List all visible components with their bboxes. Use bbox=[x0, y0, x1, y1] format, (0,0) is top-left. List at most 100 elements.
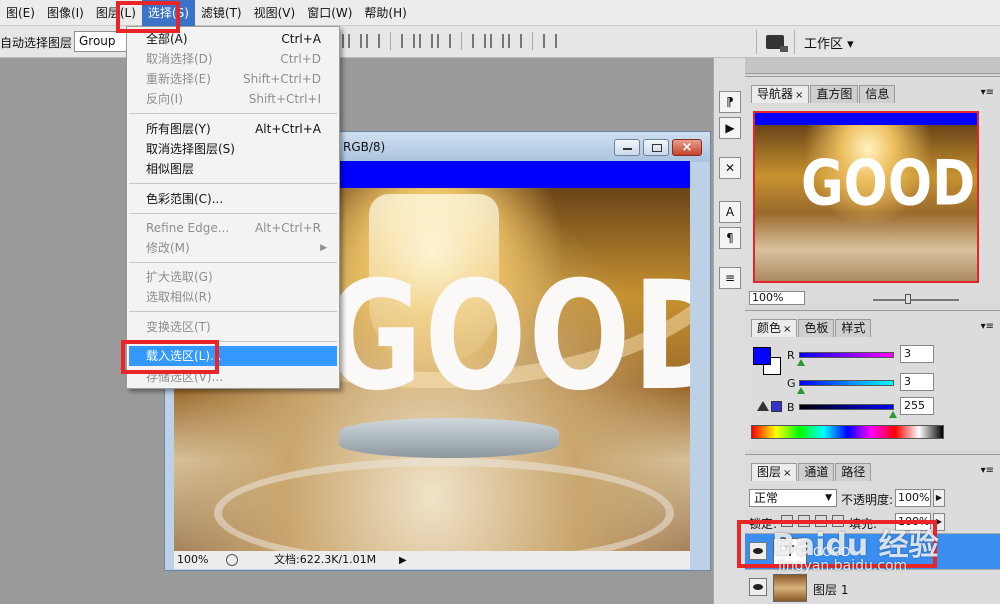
layer-row-layer1[interactable]: 图层 1 bbox=[745, 569, 1000, 604]
layer-name[interactable]: 图层 1 bbox=[813, 581, 848, 598]
tab-swatches[interactable]: 色板 bbox=[798, 319, 835, 337]
menu-item-deselect-layers[interactable]: 取消选择图层(S) bbox=[127, 139, 339, 159]
tab-info[interactable]: 信息 bbox=[859, 85, 896, 103]
menu-item-shortcut: Shift+Ctrl+D bbox=[243, 72, 321, 86]
tool-presets-icon[interactable]: ✕ bbox=[719, 157, 741, 179]
panel-menu-icon[interactable]: ▾≡ bbox=[981, 321, 994, 332]
align-bottom-icon[interactable] bbox=[366, 34, 380, 48]
menu-item-similar[interactable]: 选取相似(R) bbox=[127, 287, 339, 307]
eye-icon[interactable] bbox=[749, 578, 767, 596]
foreground-color-swatch[interactable] bbox=[753, 347, 771, 365]
tab-histogram[interactable]: 直方图 bbox=[810, 85, 859, 103]
color-spectrum-bar[interactable] bbox=[751, 425, 944, 439]
channel-r-knob[interactable] bbox=[797, 359, 805, 366]
panel-menu-icon[interactable]: ▾≡ bbox=[981, 465, 994, 476]
gamut-warning-icon[interactable] bbox=[757, 401, 769, 411]
menu-item-grow[interactable]: 扩大选取(G) bbox=[127, 267, 339, 287]
character-icon[interactable]: A bbox=[719, 201, 741, 223]
actions-icon[interactable]: ▶ bbox=[719, 117, 741, 139]
menu-item-shortcut: Ctrl+A bbox=[281, 32, 321, 46]
menu-help[interactable]: 帮助(H) bbox=[358, 0, 412, 26]
menu-item-color-range[interactable]: 色彩范围(C)... bbox=[127, 189, 339, 209]
menu-item-label: 变换选区(T) bbox=[146, 320, 211, 334]
distribute-bottom-icon[interactable] bbox=[437, 34, 451, 48]
distribute-left-icon[interactable] bbox=[472, 34, 486, 48]
channel-g-slider[interactable] bbox=[799, 380, 894, 386]
opacity-label: 不透明度: bbox=[841, 493, 894, 507]
paragraph-icon[interactable]: ¶ bbox=[719, 227, 741, 249]
tab-close-icon[interactable]: × bbox=[795, 90, 803, 101]
channel-r-slider[interactable] bbox=[799, 352, 894, 358]
tab-label: 导航器 bbox=[757, 87, 794, 101]
distribute-vcenter-icon[interactable] bbox=[419, 34, 433, 48]
panel-collapse-strip[interactable] bbox=[745, 58, 1000, 74]
workspace-menu[interactable]: 工作区 ▾ bbox=[804, 33, 854, 52]
history-icon[interactable]: ⁋ bbox=[719, 91, 741, 113]
menu-window[interactable]: 窗口(W) bbox=[301, 0, 358, 26]
channel-b-slider[interactable] bbox=[799, 404, 894, 410]
tab-close-icon[interactable]: × bbox=[783, 468, 791, 479]
blend-mode-select[interactable]: 正常 ▼ bbox=[749, 489, 837, 507]
bridge-icon[interactable] bbox=[766, 35, 788, 52]
menu-item-shortcut: Ctrl+D bbox=[280, 52, 321, 66]
distribute-top-icon[interactable] bbox=[401, 34, 415, 48]
layer-comps-icon[interactable]: ≡ bbox=[719, 267, 741, 289]
menu-edit[interactable]: 图(E) bbox=[0, 0, 41, 26]
auto-select-dropdown[interactable]: Group bbox=[74, 31, 134, 52]
align-separator bbox=[390, 32, 391, 50]
minimize-button[interactable] bbox=[614, 139, 640, 156]
status-info-icon[interactable] bbox=[226, 554, 238, 566]
navigator-tabs: 导航器 × 直方图 信息 bbox=[751, 85, 896, 103]
opacity-field[interactable]: 100% bbox=[895, 489, 931, 507]
status-menu-arrow-icon[interactable]: ▶ bbox=[399, 552, 407, 570]
maximize-button[interactable] bbox=[643, 139, 669, 156]
menu-item-transform-selection[interactable]: 变换选区(T) bbox=[127, 317, 339, 337]
menu-item-deselect[interactable]: 取消选择(D) Ctrl+D bbox=[127, 49, 339, 69]
menu-item-inverse[interactable]: 反向(I) Shift+Ctrl+I bbox=[127, 89, 339, 109]
align-separator bbox=[532, 32, 533, 50]
tab-channels[interactable]: 通道 bbox=[798, 463, 835, 481]
thumb-good-text: GOOD bbox=[801, 148, 976, 221]
tab-navigator[interactable]: 导航器 × bbox=[751, 85, 810, 103]
menu-item-label: 选取相似(R) bbox=[146, 290, 212, 304]
navigator-thumbnail[interactable]: GOOD bbox=[753, 111, 979, 283]
close-button[interactable]: × bbox=[672, 139, 702, 156]
document-statusbar: 100% 文档:622.3K/1.01M ▶ bbox=[174, 551, 690, 569]
menu-item-reselect[interactable]: 重新选择(E) Shift+Ctrl+D bbox=[127, 69, 339, 89]
navigator-zoom-field[interactable]: 100% bbox=[749, 291, 805, 305]
navigator-zoom-slider[interactable] bbox=[873, 299, 959, 301]
menu-view[interactable]: 视图(V) bbox=[248, 0, 302, 26]
menu-item-all-layers[interactable]: 所有图层(Y) Alt+Ctrl+A bbox=[127, 119, 339, 139]
panel-menu-icon[interactable]: ▾≡ bbox=[981, 87, 994, 98]
distribute-right-icon[interactable] bbox=[508, 34, 522, 48]
channel-g-value[interactable]: 3 bbox=[900, 373, 934, 391]
menu-filter[interactable]: 滤镜(T) bbox=[195, 0, 248, 26]
align-vcenter-icon[interactable] bbox=[348, 34, 362, 48]
auto-align-icon[interactable] bbox=[543, 34, 557, 48]
tab-color[interactable]: 颜色 × bbox=[751, 319, 798, 337]
tab-paths[interactable]: 路径 bbox=[835, 463, 872, 481]
channel-g-knob[interactable] bbox=[797, 387, 805, 394]
menu-image[interactable]: 图像(I) bbox=[41, 0, 90, 26]
tab-close-icon[interactable]: × bbox=[783, 324, 791, 335]
menu-item-similar-layers[interactable]: 相似图层 bbox=[127, 159, 339, 179]
tab-label: 颜色 bbox=[757, 321, 782, 335]
menu-item-refine-edge[interactable]: Refine Edge... Alt+Ctrl+R bbox=[127, 218, 339, 238]
tab-layers[interactable]: 图层 × bbox=[751, 463, 798, 481]
menu-item-modify[interactable]: 修改(M) ▶ bbox=[127, 238, 339, 258]
blend-mode-value: 正常 bbox=[754, 491, 779, 505]
menu-item-label: 重新选择(E) bbox=[146, 72, 211, 86]
menu-separator bbox=[129, 311, 337, 312]
opacity-slider-button[interactable]: ▶ bbox=[933, 489, 945, 507]
canvas-good-text: GOOD bbox=[324, 250, 690, 425]
color-tabs: 颜色 × 色板 样式 bbox=[751, 319, 872, 337]
distribute-hcenter-icon[interactable] bbox=[490, 34, 504, 48]
document-zoom[interactable]: 100% bbox=[177, 551, 208, 569]
channel-b-knob[interactable] bbox=[889, 411, 897, 418]
channel-r-value[interactable]: 3 bbox=[900, 345, 934, 363]
tab-styles[interactable]: 样式 bbox=[835, 319, 872, 337]
navigator-zoom-knob[interactable] bbox=[905, 294, 911, 304]
channel-b-value[interactable]: 255 bbox=[900, 397, 934, 415]
gamut-color-chip[interactable] bbox=[771, 401, 782, 412]
submenu-arrow-icon: ▶ bbox=[320, 243, 327, 253]
